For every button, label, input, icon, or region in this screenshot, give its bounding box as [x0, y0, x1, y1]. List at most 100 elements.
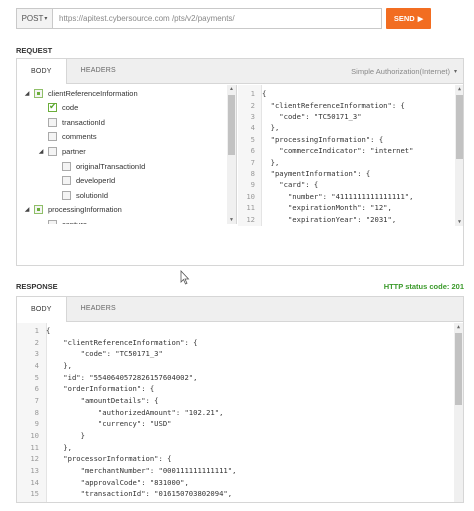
- line-number: 12: [246, 214, 255, 224]
- code-text: "code": "TC50171_3": [46, 349, 163, 359]
- code-text: "transactionId": "016150703802094",: [46, 489, 233, 499]
- editor-scrollbar[interactable]: ▲ ▼: [455, 85, 463, 226]
- tree-checkbox[interactable]: [48, 117, 57, 127]
- collapse-arrow-icon[interactable]: ◢: [37, 148, 45, 155]
- tree-checkbox[interactable]: [48, 101, 57, 113]
- code-text: "code": "TC50171_3": [262, 111, 362, 121]
- code-line: 5 "processingInformation": {: [238, 134, 384, 145]
- tree-item[interactable]: code: [37, 101, 78, 115]
- code-text: "commerceIndicator": "internet": [262, 146, 414, 156]
- code-line: 6 "orderInformation": {: [17, 383, 155, 394]
- chevron-down-icon: ▾: [453, 69, 457, 75]
- code-text: "orderInformation": {: [46, 384, 155, 394]
- send-button[interactable]: SEND ▶: [386, 8, 431, 29]
- scroll-down-icon[interactable]: ▼: [455, 219, 463, 225]
- tree-item[interactable]: ◢ processingInformation: [23, 203, 122, 217]
- code-text: "merchantNumber": "000111111111111",: [46, 465, 237, 475]
- auth-dropdown[interactable]: Simple Authorization(Internet) ▾: [351, 59, 457, 84]
- code-text: },: [46, 361, 72, 371]
- line-number: 11: [30, 442, 39, 452]
- tree-item[interactable]: ◢ partner: [37, 144, 86, 158]
- code-text: "card": {: [262, 180, 319, 190]
- tab-headers[interactable]: HEADERS: [67, 297, 130, 321]
- tree-checkbox[interactable]: [48, 219, 57, 224]
- tree-checkbox[interactable]: [62, 190, 71, 200]
- code-line: 4 },: [17, 360, 72, 371]
- line-number: 3: [34, 349, 39, 359]
- request-tabs: BODY HEADERS Simple Authorization(Intern…: [17, 59, 463, 84]
- tree-item[interactable]: developerId: [51, 174, 115, 188]
- line-number: 15: [30, 489, 39, 499]
- scroll-thumb[interactable]: [455, 333, 462, 405]
- request-heading: REQUEST: [16, 46, 53, 55]
- line-number: 10: [30, 430, 39, 440]
- tree-item[interactable]: transactionId: [37, 115, 105, 129]
- tab-body[interactable]: BODY: [17, 59, 67, 84]
- line-number: 8: [250, 168, 255, 178]
- code-text: {: [262, 89, 267, 99]
- collapse-arrow-icon[interactable]: ◢: [23, 206, 31, 213]
- code-text: "currency": "USD": [46, 419, 172, 429]
- tree-checkbox[interactable]: [48, 132, 57, 142]
- tree-item[interactable]: originalTransactionId: [51, 159, 145, 173]
- tree-checkbox[interactable]: [34, 205, 43, 215]
- tree-item-label: capture: [62, 220, 87, 224]
- line-number: 8: [34, 407, 39, 417]
- collapse-arrow-icon[interactable]: ◢: [23, 90, 31, 97]
- tab-headers[interactable]: HEADERS: [67, 59, 130, 83]
- line-number: 7: [250, 157, 255, 167]
- tree-item[interactable]: ◢ clientReferenceInformation: [23, 86, 138, 100]
- code-line: 7 "amountDetails": {: [17, 395, 159, 406]
- code-line: 9 "currency": "USD": [17, 418, 172, 429]
- tree-scrollbar[interactable]: ▲ ▼: [227, 85, 236, 224]
- tree-item-label: processingInformation: [48, 205, 122, 215]
- scroll-down-icon[interactable]: ▼: [227, 217, 236, 223]
- method-label: POST: [21, 14, 44, 23]
- request-code-editor[interactable]: ▲ ▼ 1{2 "clientReferenceInformation": {3…: [238, 85, 463, 227]
- tree-checkbox[interactable]: [34, 88, 43, 98]
- scroll-thumb[interactable]: [456, 95, 463, 159]
- method-dropdown[interactable]: POST ▾: [17, 9, 53, 28]
- code-line: 1{: [17, 325, 51, 336]
- line-number: 2: [34, 337, 39, 347]
- scroll-up-icon[interactable]: ▲: [227, 86, 236, 92]
- auth-label: Simple Authorization(Internet): [351, 67, 450, 76]
- code-text: "processingInformation": {: [262, 134, 384, 144]
- code-line: 13 "securityCode": "123": [238, 225, 379, 227]
- send-label: SEND: [393, 14, 415, 23]
- response-code-viewer[interactable]: ▲ 1{2 "clientReferenceInformation": {3 "…: [17, 323, 463, 502]
- tree-checkbox[interactable]: [62, 176, 71, 186]
- line-number: 6: [250, 146, 255, 156]
- scroll-thumb[interactable]: [228, 95, 235, 155]
- line-number: 13: [30, 465, 39, 475]
- line-number: 12: [30, 454, 39, 464]
- code-line: 10 }: [17, 430, 85, 441]
- tab-body[interactable]: BODY: [17, 297, 67, 322]
- url-input[interactable]: https://apitest.cybersource.com /pts/v2/…: [53, 14, 235, 23]
- field-tree: ▲ ▼ ◢ clientReferenceInformation code trans…: [17, 85, 237, 224]
- scroll-up-icon[interactable]: ▲: [455, 86, 463, 92]
- scroll-up-icon[interactable]: ▲: [454, 324, 463, 330]
- http-status: HTTP status code: 201: [383, 282, 464, 291]
- line-number: 1: [250, 89, 255, 99]
- code-text: }: [46, 430, 85, 440]
- code-line: 10 "number": "4111111111111111",: [238, 191, 413, 202]
- code-text: "id": "5540640572826157604002",: [46, 372, 198, 382]
- code-text: "approvalCode": "831000",: [46, 477, 189, 487]
- tree-item[interactable]: comments: [37, 130, 97, 144]
- code-text: {: [46, 326, 51, 336]
- tree-checkbox[interactable]: [62, 161, 71, 171]
- code-line: 11 },: [17, 442, 72, 453]
- tree-item[interactable]: capture: [37, 217, 87, 224]
- response-scrollbar[interactable]: ▲: [454, 323, 463, 502]
- tree-item-label: code: [62, 103, 79, 113]
- line-number: 3: [250, 111, 255, 121]
- tree-item-label: comments: [62, 132, 97, 142]
- line-number: 7: [34, 396, 39, 406]
- url-bar: POST ▾ https://apitest.cybersource.com /…: [16, 8, 382, 29]
- response-heading: RESPONSE: [16, 282, 58, 291]
- line-number: 9: [34, 419, 39, 429]
- tree-checkbox[interactable]: [48, 146, 57, 156]
- tree-item[interactable]: solutionId: [51, 188, 108, 202]
- tree-item-label: partner: [62, 146, 86, 156]
